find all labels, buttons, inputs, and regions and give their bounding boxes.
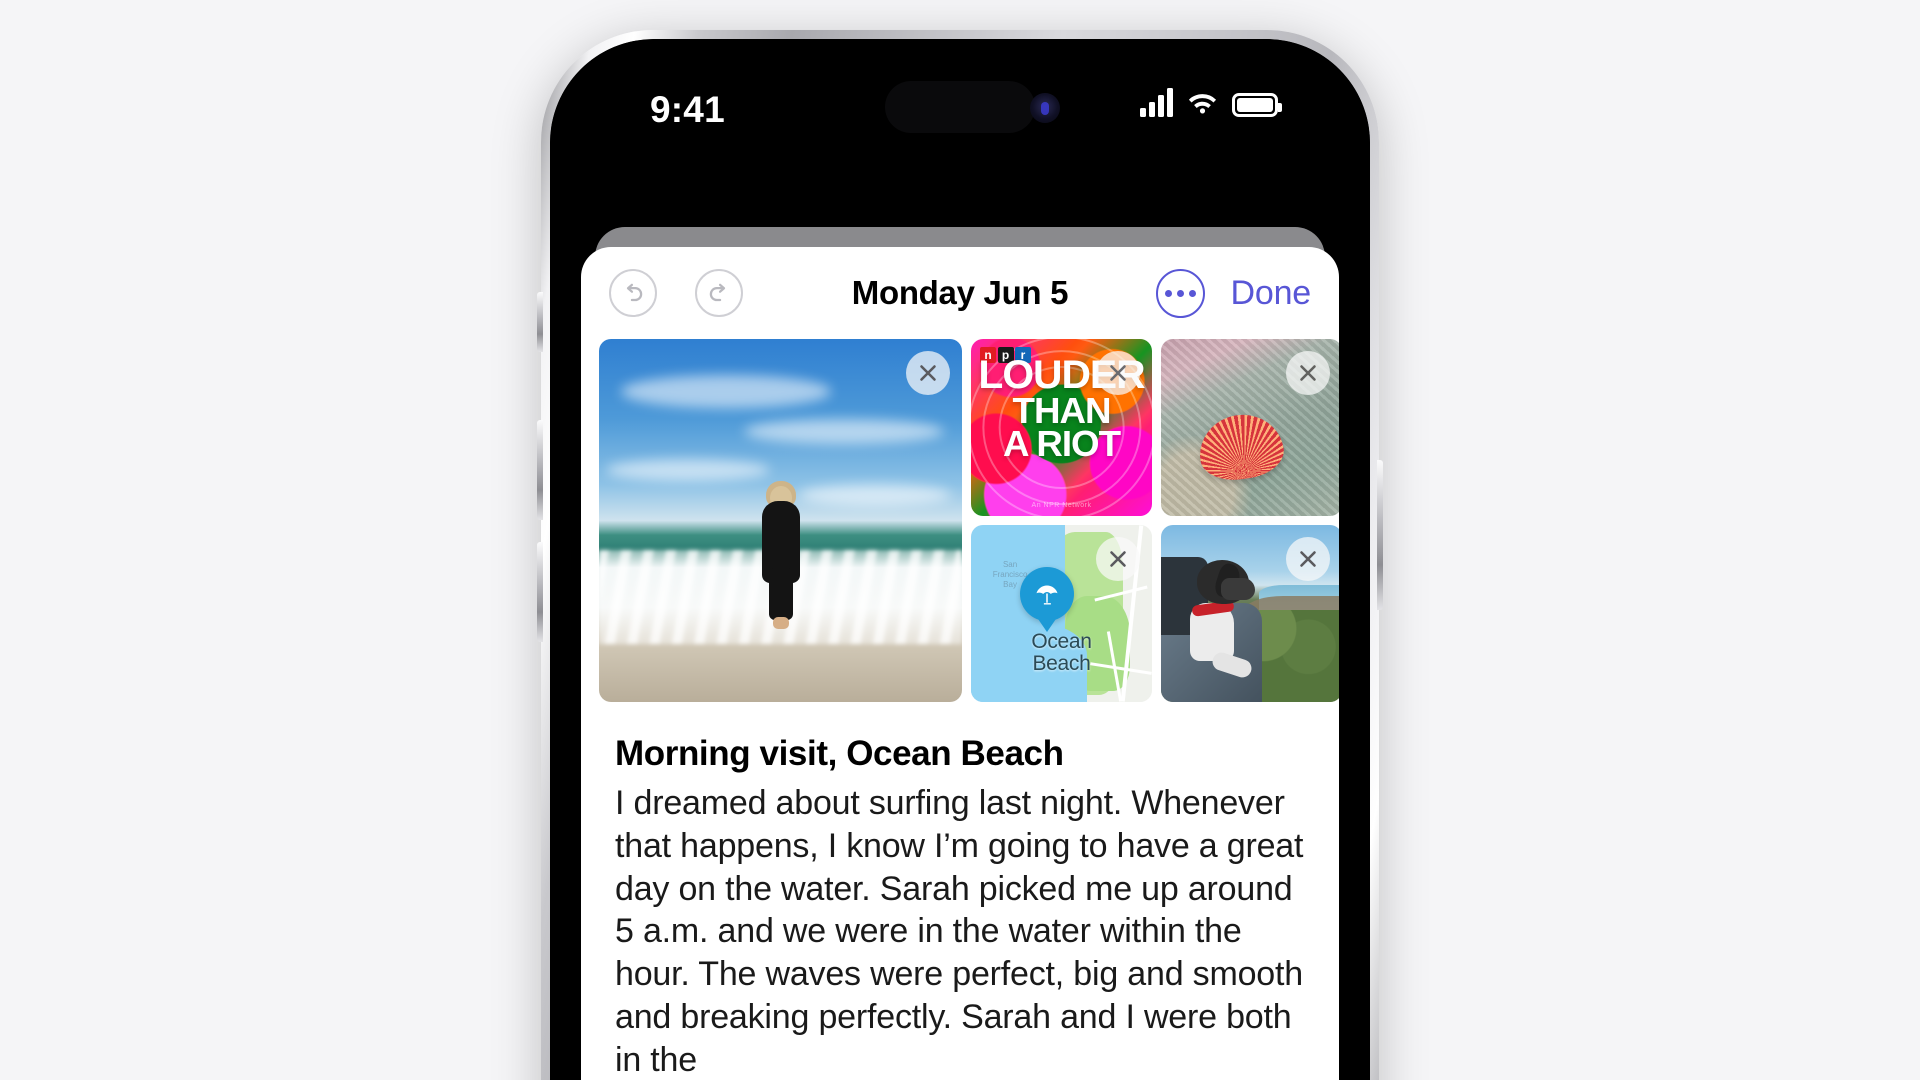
shell-photo[interactable] [1161,339,1339,516]
remove-shell-photo-button[interactable] [1286,351,1330,395]
close-icon [1300,365,1316,381]
grid-column-right [1161,339,1339,702]
close-icon [1110,365,1126,381]
dynamic-island [885,81,1035,133]
close-icon [1300,551,1316,567]
iphone-device: 9:41 Monday Jun 5 Done n p r LOUDER THAN… [537,30,1383,1080]
cellular-bars-icon [1140,87,1173,117]
sheet-navigation-bar: Monday Jun 5 Done [581,247,1339,339]
phone-screen: 9:41 Monday Jun 5 Done n p r LOUDER THAN… [550,39,1370,1080]
done-button[interactable]: Done [1231,274,1312,313]
nav-right-actions: Done [1155,268,1312,318]
podcast-network-credit: An NPR Network [1031,502,1092,509]
entry-body: I dreamed about surfing last night. When… [615,784,1304,1079]
podcast-title-line-3: A RIOT [1003,422,1121,464]
remove-map-card-button[interactable] [1096,537,1140,581]
close-icon [920,365,936,381]
more-options-icon [1164,289,1196,297]
redo-icon [709,283,726,302]
map-card[interactable]: San Francisco Bay Ocean Beach [971,525,1152,702]
status-bar-clock: 9:41 [650,89,725,130]
remove-surfer-photo-button[interactable] [906,351,950,395]
grid-column-middle: n p r LOUDER THAN A RIOT An NPR Network [971,339,1152,702]
surfer-photo[interactable] [599,339,962,702]
surfer-photo-image [599,339,962,702]
dog-photo[interactable] [1161,525,1339,702]
action-button[interactable] [537,292,543,352]
remove-dog-photo-button[interactable] [1286,537,1330,581]
journal-entry-sheet: Monday Jun 5 Done n p r LOUDER THAN A RI… [581,247,1339,1080]
map-place-name: Ocean Beach [1031,630,1092,676]
podcast-cover[interactable]: n p r LOUDER THAN A RIOT An NPR Network [971,339,1152,516]
podcast-title-line-2: THAN [1012,389,1112,431]
redo-button[interactable] [695,269,743,317]
close-icon [1110,551,1126,567]
undo-button[interactable] [609,269,657,317]
power-button[interactable] [1377,460,1383,610]
phone-bezel: 9:41 Monday Jun 5 Done n p r LOUDER THAN… [550,39,1370,1080]
map-pin [1020,567,1075,622]
media-attachment-grid: n p r LOUDER THAN A RIOT An NPR Network [581,339,1339,702]
battery-full-icon [1232,93,1282,117]
grid-column-left [599,339,962,702]
volume-up-button[interactable] [537,420,543,520]
volume-down-button[interactable] [537,542,543,642]
status-bar-indicators [1140,87,1282,117]
wifi-icon [1188,94,1217,114]
front-camera-indicator [1030,93,1060,123]
status-bar: 9:41 [550,39,1370,159]
entry-title: Morning visit, Ocean Beach [615,734,1064,773]
more-options-button[interactable] [1155,268,1205,318]
beach-umbrella-icon [1036,585,1058,605]
journal-entry-content[interactable]: Morning visit, Ocean Beach I dreamed abo… [581,702,1339,1080]
remove-podcast-cover-button[interactable] [1096,351,1140,395]
undo-icon [626,283,643,302]
